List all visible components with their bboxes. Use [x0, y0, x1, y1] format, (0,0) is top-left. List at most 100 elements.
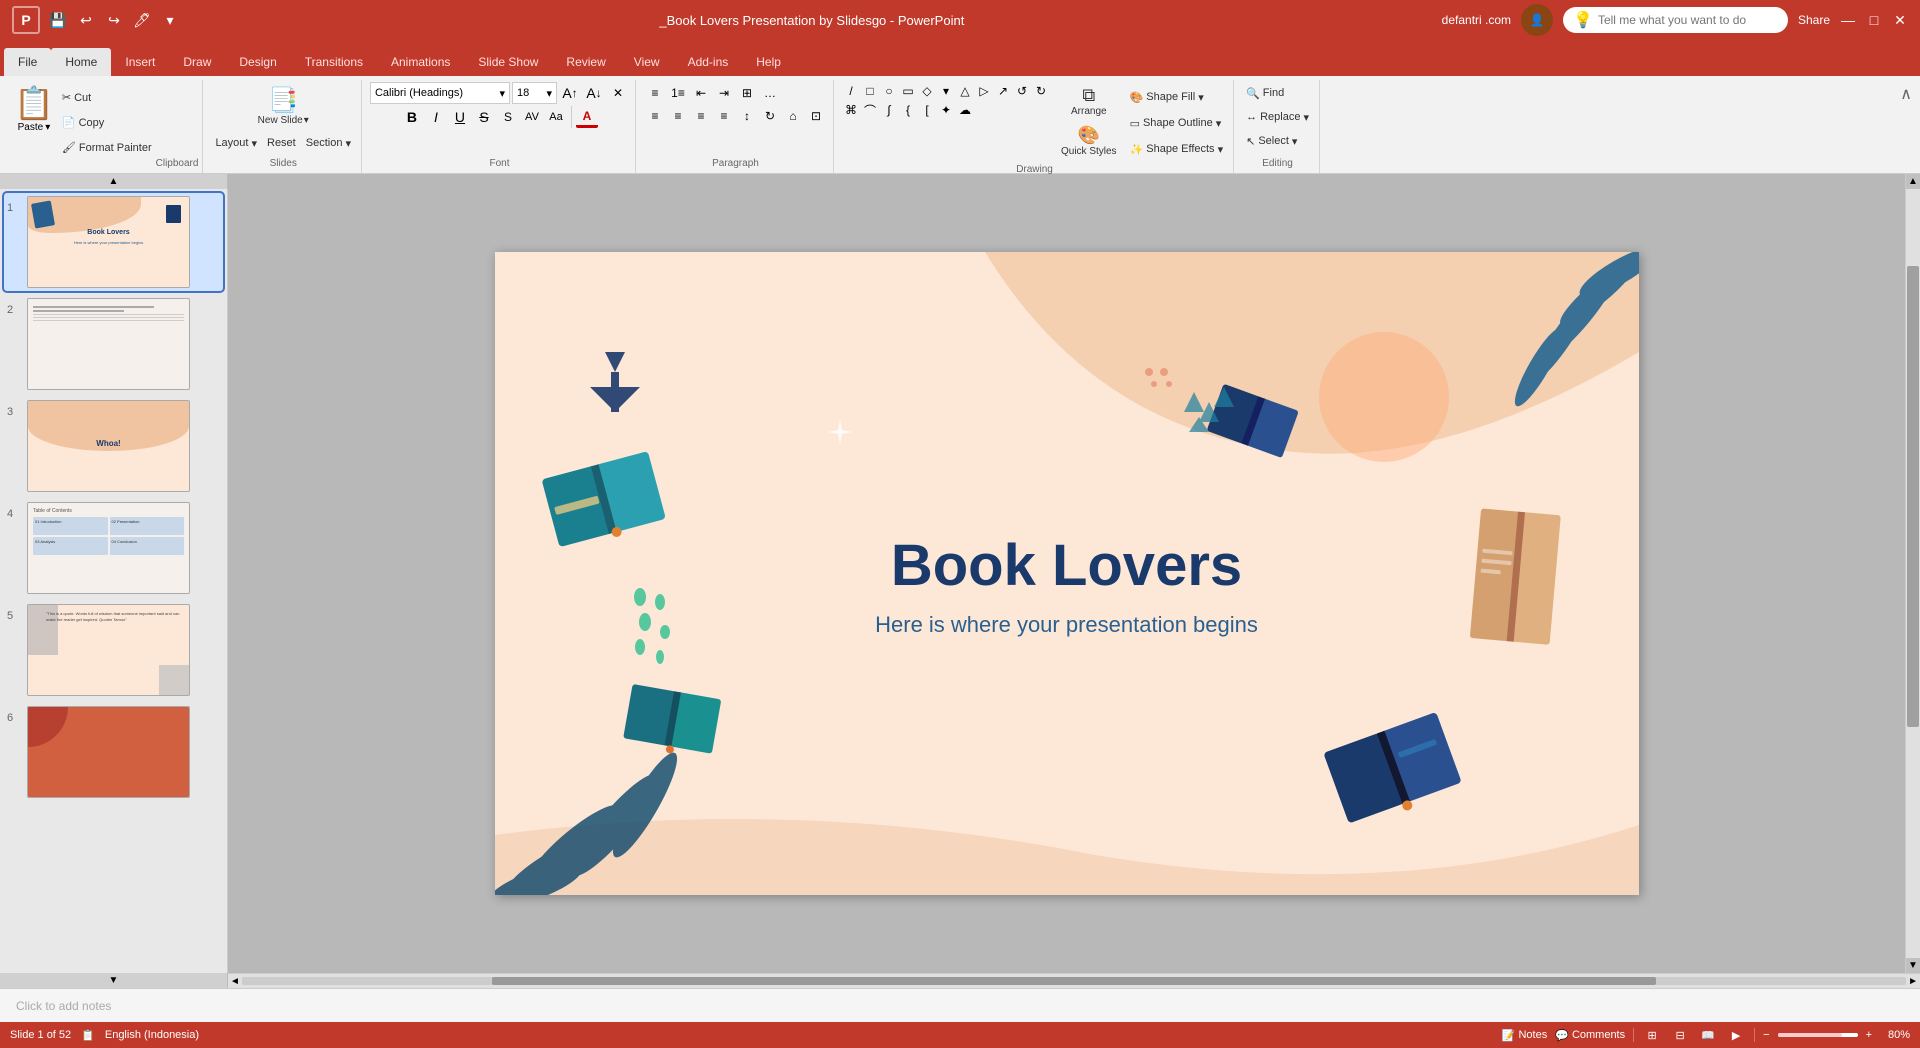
zoom-out-button[interactable]: −	[1763, 1029, 1769, 1041]
section-button[interactable]: Section▾	[302, 132, 355, 154]
zoom-in-button[interactable]: +	[1866, 1029, 1872, 1041]
zoom-slider[interactable]	[1778, 1033, 1858, 1037]
tab-slideshow[interactable]: Slide Show	[464, 48, 552, 76]
layout-button[interactable]: Layout▾	[211, 132, 261, 154]
decrease-indent-button[interactable]: ⇤	[690, 82, 712, 104]
shape-bracket-icon[interactable]: [	[918, 101, 936, 119]
shape-tri1-icon[interactable]: △	[956, 82, 974, 100]
slide-thumbnail-1[interactable]: 1 Book Lovers Here is where your present…	[4, 193, 223, 291]
collapse-ribbon-button[interactable]: ∧	[1898, 82, 1914, 106]
shape-line-icon[interactable]: /	[842, 82, 860, 100]
new-slide-button[interactable]: 📑 New Slide▾	[253, 83, 314, 129]
tell-me-search[interactable]: 💡	[1563, 7, 1788, 33]
slide-thumbnail-6[interactable]: 6	[4, 703, 223, 801]
share-button[interactable]: Share	[1798, 13, 1830, 27]
scroll-right-arrow[interactable]: ►	[1908, 976, 1918, 987]
slide-thumbnail-2[interactable]: 2	[4, 295, 223, 393]
user-avatar[interactable]: 👤	[1521, 4, 1553, 36]
shape-shapes-dropdown[interactable]: ▾	[937, 82, 955, 100]
maximize-button[interactable]: □	[1866, 12, 1882, 28]
scroll-thumb[interactable]	[1907, 266, 1919, 727]
scroll-thumb-h[interactable]	[492, 977, 1657, 985]
shape-curve-icon[interactable]: ∫	[880, 101, 898, 119]
tab-animations[interactable]: Animations	[377, 48, 464, 76]
undo-qat-button[interactable]: ↩	[74, 8, 98, 32]
shape-arrow1-icon[interactable]: ↗	[994, 82, 1012, 100]
shape-more2-icon[interactable]: ⌘	[842, 101, 860, 119]
align-center-button[interactable]: ≡	[667, 105, 689, 127]
bullets-button[interactable]: ≡	[644, 82, 666, 104]
replace-button[interactable]: ↔ Replace ▾	[1242, 106, 1313, 128]
tab-view[interactable]: View	[620, 48, 674, 76]
shape-more3-icon[interactable]: ☁	[956, 101, 974, 119]
shape-outline-button[interactable]: ▭ Shape Outline ▾	[1126, 112, 1228, 134]
redo-qat-button[interactable]: ↪	[102, 8, 126, 32]
shape-fill-button[interactable]: 🎨 Shape Fill ▾	[1126, 86, 1228, 108]
font-size-dropdown[interactable]: 18 ▾	[512, 82, 557, 104]
tell-me-input[interactable]	[1598, 13, 1778, 27]
tab-design[interactable]: Design	[225, 48, 290, 76]
bold-button[interactable]: B	[401, 106, 423, 128]
vertical-scrollbar[interactable]: ▲ ▼	[1905, 174, 1920, 973]
format-painter-button[interactable]: 🖌 Format Painter	[58, 136, 156, 158]
font-size-down-button[interactable]: A↓	[583, 82, 605, 104]
scroll-left-arrow[interactable]: ◄	[230, 976, 240, 987]
notes-bar[interactable]: Click to add notes	[0, 988, 1920, 1022]
cut-button[interactable]: ✂ Cut	[58, 86, 156, 108]
notes-button[interactable]: 📝 Notes	[1502, 1029, 1547, 1042]
quick-styles-button[interactable]: 🎨 Quick Styles	[1056, 122, 1122, 160]
tab-transitions[interactable]: Transitions	[291, 48, 377, 76]
scroll-down-arrow[interactable]: ▼	[1906, 958, 1920, 973]
reset-button[interactable]: Reset	[263, 132, 300, 154]
justify-button[interactable]: ≡	[713, 105, 735, 127]
increase-indent-button[interactable]: ⇥	[713, 82, 735, 104]
shape-more1-icon[interactable]: ◇	[918, 82, 936, 100]
shape-arrow3-icon[interactable]: ↻	[1032, 82, 1050, 100]
numbering-button[interactable]: 1≡	[667, 82, 689, 104]
shape-star-icon[interactable]: ✦	[937, 101, 955, 119]
underline-button[interactable]: U	[449, 106, 471, 128]
tab-file[interactable]: File	[4, 48, 51, 76]
tab-home[interactable]: Home	[51, 48, 111, 76]
line-spacing-button[interactable]: ↕	[736, 105, 758, 127]
save-qat-button[interactable]: 💾	[46, 8, 70, 32]
font-size-up-button[interactable]: A↑	[559, 82, 581, 104]
change-case-button[interactable]: Aa	[545, 106, 567, 128]
font-color-button[interactable]: A	[576, 106, 598, 128]
reading-view-button[interactable]: 📖	[1698, 1025, 1718, 1045]
arrange-button[interactable]: ⧉ Arrange	[1056, 82, 1122, 120]
shape-arc-icon[interactable]: ⌒	[861, 101, 879, 119]
smartart-button[interactable]: ⊡	[805, 105, 827, 127]
customize-qat-button[interactable]: 🖊	[130, 8, 154, 32]
shape-arrow2-icon[interactable]: ↺	[1013, 82, 1031, 100]
horizontal-scrollbar[interactable]: ◄ ►	[228, 973, 1920, 988]
text-direction-button[interactable]: ↻	[759, 105, 781, 127]
canvas-inner[interactable]: Book Lovers Here is where your presentat…	[228, 174, 1905, 973]
tab-insert[interactable]: Insert	[111, 48, 169, 76]
align-text-button[interactable]: ⌂	[782, 105, 804, 127]
paste-dropdown-icon[interactable]: ▾	[45, 122, 50, 133]
paste-button[interactable]: 📋 Paste ▾	[10, 82, 58, 171]
scroll-down-button[interactable]: ▼	[0, 973, 227, 988]
align-right-button[interactable]: ≡	[690, 105, 712, 127]
slide-thumbnail-3[interactable]: 3 Whoa!	[4, 397, 223, 495]
clear-formatting-button[interactable]: ✕	[607, 82, 629, 104]
shape-oval-icon[interactable]: ○	[880, 82, 898, 100]
shape-rect-icon[interactable]: □	[861, 82, 879, 100]
minimize-button[interactable]: —	[1840, 12, 1856, 28]
char-spacing-button[interactable]: AV	[521, 106, 543, 128]
qat-dropdown-button[interactable]: ▾	[158, 8, 182, 32]
text-columns-button[interactable]: ⊞	[736, 82, 758, 104]
select-button[interactable]: ↖ Select ▾	[1242, 130, 1313, 152]
strikethrough-button[interactable]: S	[473, 106, 495, 128]
new-slide-dropdown[interactable]: ▾	[304, 115, 309, 126]
tab-review[interactable]: Review	[552, 48, 619, 76]
scroll-up-arrow[interactable]: ▲	[1906, 174, 1920, 189]
font-name-dropdown[interactable]: Calibri (Headings) ▾	[370, 82, 510, 104]
tab-help[interactable]: Help	[742, 48, 795, 76]
shape-tri2-icon[interactable]: ▷	[975, 82, 993, 100]
normal-view-button[interactable]: ⊞	[1642, 1025, 1662, 1045]
slide-sorter-button[interactable]: ⊟	[1670, 1025, 1690, 1045]
slide-thumbnail-5[interactable]: 5 "This is a quote. Words full of wisdom…	[4, 601, 223, 699]
align-left-button[interactable]: ≡	[644, 105, 666, 127]
